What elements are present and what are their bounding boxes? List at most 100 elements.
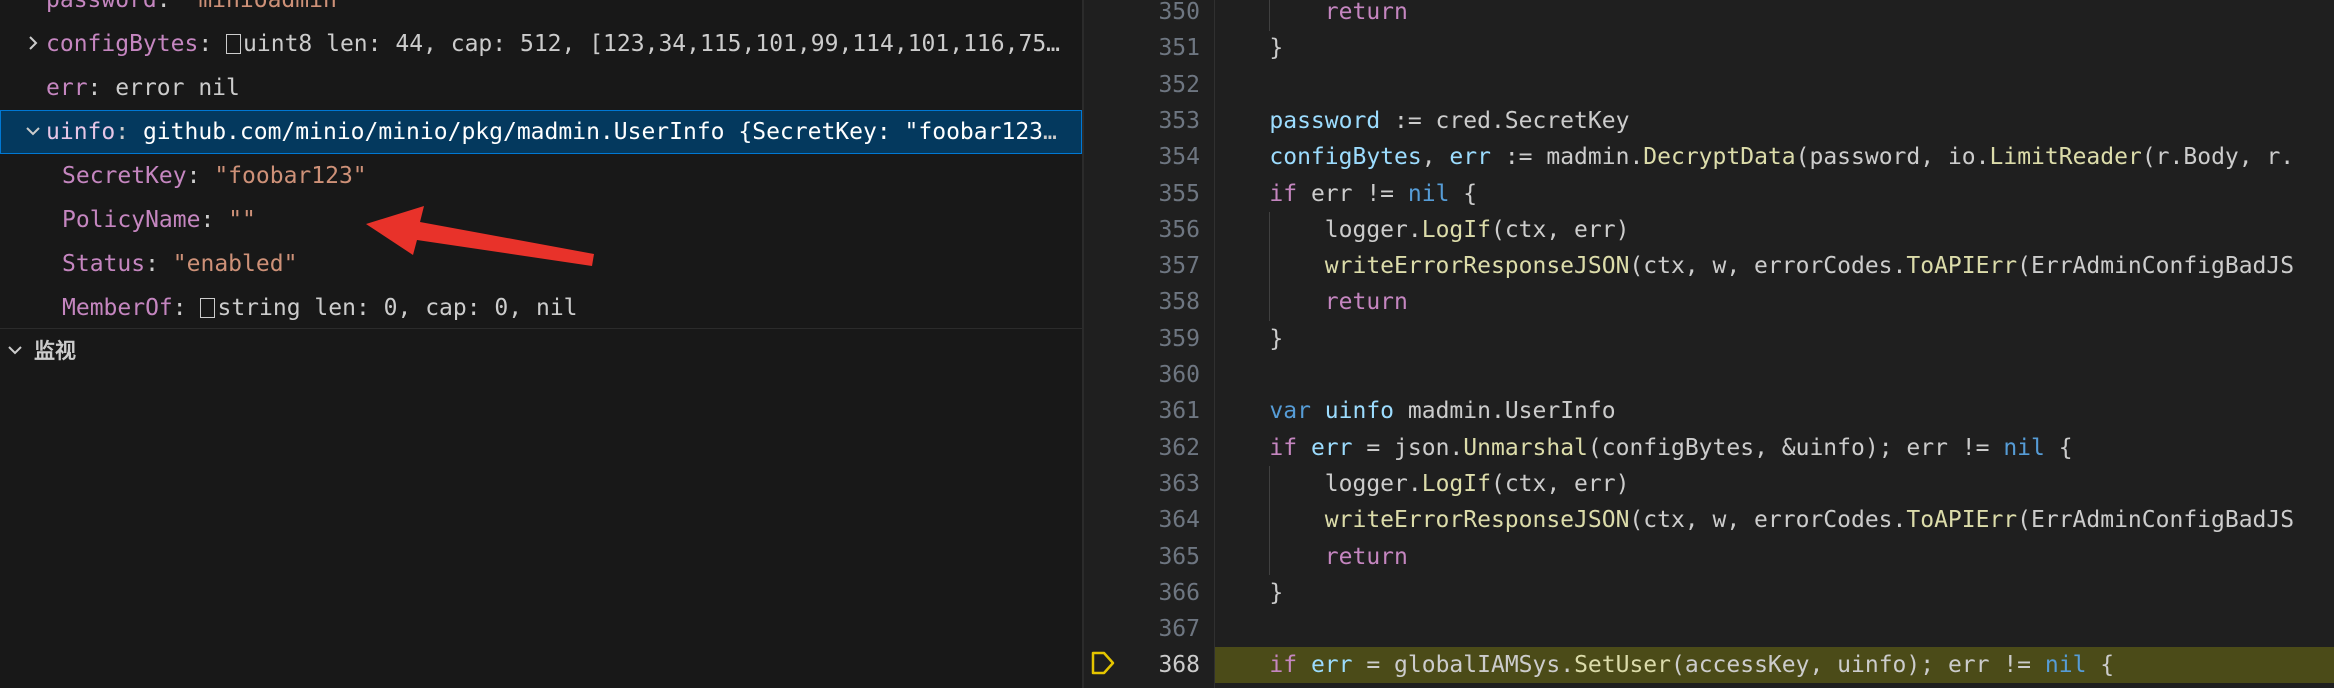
code-token: madmin.UserInfo (1394, 398, 1616, 425)
code-token: writeErrorResponseJSON (1324, 253, 1630, 280)
line-number[interactable]: 350 (1084, 0, 1214, 30)
code-line[interactable]: return (1214, 284, 2334, 320)
code-line[interactable] (1214, 67, 2334, 103)
code-line[interactable]: configBytes, err := madmin.DecryptData(p… (1214, 139, 2334, 175)
code-token: { (1449, 180, 1478, 207)
code-token: if (1269, 180, 1298, 207)
line-number[interactable]: 360 (1084, 357, 1214, 393)
code-line[interactable]: if err = json.Unmarshal(configBytes, &ui… (1214, 430, 2334, 466)
line-number[interactable]: 361 (1084, 393, 1214, 429)
code-token: ToAPIErr (1906, 507, 2018, 534)
code-token: (ctx, err) (1490, 216, 1630, 243)
code-token: nil (2003, 434, 2045, 461)
code-line[interactable] (1214, 611, 2334, 647)
code-token: } (1214, 35, 1284, 62)
indent-guide (1269, 211, 1270, 321)
code-token: LogIf (1421, 470, 1491, 497)
code-token: (ErrAdminConfigBadJS (2017, 507, 2295, 534)
line-number[interactable]: 353 (1084, 103, 1214, 139)
code-token: if (1269, 434, 1298, 461)
code-token: Unmarshal (1463, 434, 1588, 461)
code-token: , (1421, 144, 1450, 171)
code-token: if (1269, 652, 1298, 679)
code-line[interactable]: } (1214, 321, 2334, 357)
red-arrow-annotation (366, 206, 594, 266)
watch-section-header[interactable]: 监视 (0, 328, 1082, 372)
code-line[interactable] (1214, 357, 2334, 393)
indent-guide (1269, 0, 1270, 31)
code-line[interactable]: if err != nil { (1214, 176, 2334, 212)
line-number[interactable]: 363 (1084, 466, 1214, 502)
debug-current-line-icon[interactable] (1090, 650, 1116, 676)
code-token: LimitReader (1989, 144, 2142, 171)
watch-section-label: 监视 (34, 339, 76, 363)
code-token: (ctx, err) (1490, 470, 1630, 497)
code-line[interactable]: writeErrorResponseJSON(ctx, w, errorCode… (1214, 248, 2334, 284)
code-line[interactable]: return (1214, 539, 2334, 575)
code-token: var (1269, 398, 1311, 425)
code-token: logger. (1214, 470, 1422, 497)
indent-guide (1269, 465, 1270, 575)
code-editor[interactable]: return } password := cred.SecretKey conf… (1084, 0, 2334, 688)
code-token: return (1324, 0, 1408, 25)
code-line[interactable]: return (1214, 0, 2334, 30)
line-number[interactable]: 367 (1084, 611, 1214, 647)
line-number[interactable]: 362 (1084, 430, 1214, 466)
line-number[interactable]: 359 (1084, 321, 1214, 357)
code-token: := madmin. (1490, 144, 1644, 171)
chevron-down-icon (8, 346, 22, 355)
line-number-gutter[interactable]: 350 351 352 353 354 355 356 357 358 359 360 361 362 3… (1084, 0, 1214, 688)
code-token: := cred.SecretKey (1380, 107, 1630, 134)
code-token: = json. (1352, 434, 1464, 461)
line-number[interactable]: 357 (1084, 248, 1214, 284)
line-number[interactable]: 358 (1084, 284, 1214, 320)
line-number[interactable]: 355 (1084, 176, 1214, 212)
line-number[interactable]: 364 (1084, 502, 1214, 538)
line-number[interactable]: 354 (1084, 139, 1214, 175)
code-token: (ctx, w, errorCodes. (1629, 253, 1907, 280)
code-line[interactable]: } (1214, 30, 2334, 66)
line-number[interactable]: 366 (1084, 575, 1214, 611)
code-token: (ErrAdminConfigBadJS (2017, 253, 2295, 280)
code-token: ToAPIErr (1906, 253, 2018, 280)
code-token: } (1214, 579, 1284, 606)
line-number[interactable]: 365 (1084, 539, 1214, 575)
code-token: err != (1297, 180, 1408, 207)
code-token: return (1324, 543, 1408, 570)
debug-variables-panel: password: "minioadmin" configBytes: uint8… (0, 0, 1082, 688)
code-line[interactable]: password := cred.SecretKey (1214, 103, 2334, 139)
line-number[interactable]: 352 (1084, 67, 1214, 103)
code-token: writeErrorResponseJSON (1324, 507, 1630, 534)
code-token: return (1324, 289, 1408, 316)
code-line[interactable]: logger.LogIf(ctx, err) (1214, 466, 2334, 502)
line-number[interactable]: 356 (1084, 212, 1214, 248)
code-line[interactable]: writeErrorResponseJSON(ctx, w, errorCode… (1214, 502, 2334, 538)
code-token: { (2086, 652, 2115, 679)
code-token: = globalIAMSys. (1352, 652, 1575, 679)
code-token: err (1449, 144, 1491, 171)
line-number[interactable]: 351 (1084, 30, 1214, 66)
code-line[interactable]: } (1214, 575, 2334, 611)
indent-guide (1214, 0, 1215, 688)
code-line[interactable]: logger.LogIf(ctx, err) (1214, 212, 2334, 248)
code-token: nil (1407, 180, 1450, 207)
code-token: err (1310, 652, 1353, 679)
code-token: password (1269, 107, 1381, 134)
current-execution-line[interactable]: if err = globalIAMSys.SetUser(accessKey,… (1214, 647, 2334, 684)
code-token: err (1310, 434, 1353, 461)
code-token: logger. (1214, 216, 1422, 243)
code-token: (configBytes, &uinfo); err != (1587, 434, 2004, 461)
code-token: LogIf (1421, 216, 1491, 243)
code-token: (ctx, w, errorCodes. (1629, 507, 1907, 534)
code-token: (accessKey, uinfo); err != (1671, 652, 2045, 679)
code-line[interactable]: var uinfo madmin.UserInfo (1214, 393, 2334, 429)
code-token: uinfo (1324, 398, 1395, 425)
